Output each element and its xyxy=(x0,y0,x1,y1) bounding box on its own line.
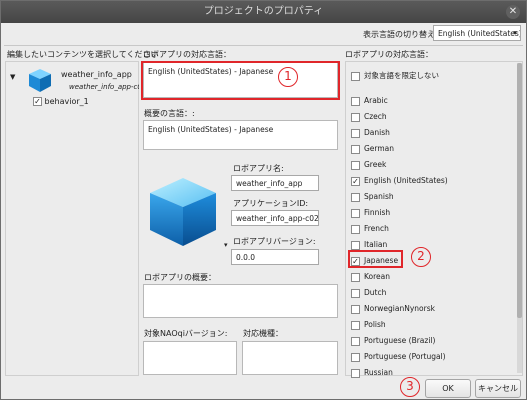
no-restrict-checkbox[interactable] xyxy=(351,71,360,81)
behavior-checkbox[interactable]: ✓ xyxy=(33,97,42,106)
annotation-2: 2 xyxy=(411,247,431,267)
language-checkbox[interactable] xyxy=(351,336,360,346)
language-item[interactable]: Arabic xyxy=(351,96,388,110)
scrollbar[interactable] xyxy=(517,63,522,373)
chevron-down-icon: ▾ xyxy=(513,28,517,37)
right-panel-header: ロボアプリの対応言語： xyxy=(345,50,433,59)
project-name[interactable]: weather_info_app xyxy=(61,70,132,79)
language-label: NorwegianNynorsk xyxy=(364,304,435,313)
language-item[interactable]: French xyxy=(351,224,389,238)
language-label: Spanish xyxy=(364,192,394,201)
language-checkbox[interactable] xyxy=(351,208,360,218)
language-label: Polish xyxy=(364,320,386,329)
language-item[interactable]: Russian xyxy=(351,368,393,382)
naoqi-version-label: 対象NAOqiバージョン: xyxy=(144,329,228,338)
language-label: English (UnitedStates) xyxy=(364,176,448,185)
summary-lang-box[interactable]: English (UnitedStates) - Japanese xyxy=(143,120,338,150)
language-checkbox[interactable] xyxy=(351,352,360,362)
highlight-box-1 xyxy=(141,61,340,100)
expand-icon[interactable]: ▼ xyxy=(10,73,15,81)
language-checkbox[interactable] xyxy=(351,320,360,330)
version-input[interactable]: 0.0.0 xyxy=(231,249,319,265)
annotation-1: 1 xyxy=(278,67,298,87)
language-item[interactable]: Polish xyxy=(351,320,386,334)
language-item[interactable]: Danish xyxy=(351,128,390,142)
language-item[interactable]: Finnish xyxy=(351,208,390,222)
app-id-input[interactable]: weather_info_app-c02fdd xyxy=(231,210,319,226)
cancel-button[interactable]: キャンセル xyxy=(475,379,521,398)
project-properties-dialog: プロジェクトのプロパティ ✕ 表示言語の切り替え English (United… xyxy=(0,0,527,400)
language-label: Portuguese (Brazil) xyxy=(364,336,436,345)
ok-button[interactable]: OK xyxy=(425,379,471,398)
language-label: Italian xyxy=(364,240,388,249)
content-tree: ▼ weather_info_app weather_info_app-c02f… xyxy=(5,61,139,376)
no-restrict-row[interactable]: 対象言語を限定しない xyxy=(351,70,439,84)
language-label: Russian xyxy=(364,368,393,377)
language-checkbox[interactable] xyxy=(351,96,360,106)
language-item[interactable]: NorwegianNynorsk xyxy=(351,304,435,318)
supported-lang-label: ロボアプリの対応言語： xyxy=(143,50,231,59)
language-item[interactable]: Portuguese (Brazil) xyxy=(351,336,435,350)
version-label: ロボアプリバージョン: xyxy=(233,237,316,246)
language-label: Portuguese (Portugal) xyxy=(364,352,446,361)
tree-item-behavior[interactable]: ✓ behavior_1 xyxy=(33,97,89,106)
behavior-label: behavior_1 xyxy=(44,97,89,106)
device-box[interactable] xyxy=(242,341,338,375)
lang-switch-value: English (UnitedStates) xyxy=(438,29,521,38)
language-checkbox[interactable] xyxy=(351,240,360,250)
app-summary-label: ロボアプリの概要： xyxy=(144,273,216,282)
language-label: French xyxy=(364,224,389,233)
language-checkbox[interactable] xyxy=(351,128,360,138)
language-label: Finnish xyxy=(364,208,391,217)
language-checkbox[interactable] xyxy=(351,192,360,202)
language-item[interactable]: Dutch xyxy=(351,288,386,302)
summary-lang-value: English (UnitedStates) - Japanese xyxy=(148,125,274,134)
language-checkbox[interactable] xyxy=(351,288,360,298)
app-summary-textarea[interactable] xyxy=(143,284,338,318)
language-checkbox[interactable] xyxy=(351,272,360,282)
language-item[interactable]: Spanish xyxy=(351,192,394,206)
annotation-3: 3 xyxy=(400,377,420,397)
language-label: Czech xyxy=(364,112,387,121)
language-item[interactable]: Greek xyxy=(351,160,386,174)
no-restrict-label: 対象言語を限定しない xyxy=(364,71,439,80)
language-item[interactable]: German xyxy=(351,144,394,158)
scrollbar-thumb[interactable] xyxy=(517,63,522,318)
language-checkbox[interactable] xyxy=(351,112,360,122)
language-label: Greek xyxy=(364,160,387,169)
language-label: Arabic xyxy=(364,96,388,105)
icon-menu-arrow[interactable]: ▾ xyxy=(224,241,228,249)
lang-switch-select[interactable]: English (UnitedStates) ▾ xyxy=(433,25,521,41)
language-item[interactable]: Czech xyxy=(351,112,387,126)
naoqi-version-box[interactable] xyxy=(143,341,237,375)
project-cube-icon xyxy=(27,67,53,93)
device-label: 対応機種： xyxy=(243,329,283,338)
language-checkbox[interactable] xyxy=(351,368,360,378)
language-item[interactable]: Portuguese (Portugal) xyxy=(351,352,446,366)
app-icon[interactable] xyxy=(146,174,221,249)
close-icon[interactable]: ✕ xyxy=(506,5,520,19)
language-item[interactable]: Korean xyxy=(351,272,390,286)
left-panel-header: 編集したいコンテンツを選択してください xyxy=(7,50,159,59)
lang-switch-label: 表示言語の切り替え xyxy=(363,30,435,39)
language-checkbox[interactable] xyxy=(351,304,360,314)
language-checkbox[interactable] xyxy=(351,160,360,170)
app-name-label: ロボアプリ名: xyxy=(233,164,284,173)
language-label: Dutch xyxy=(364,288,387,297)
title-bar: プロジェクトのプロパティ ✕ xyxy=(1,1,526,23)
highlight-box-2 xyxy=(348,250,403,268)
language-item[interactable]: ✓ English (UnitedStates) xyxy=(351,176,448,190)
window-title: プロジェクトのプロパティ xyxy=(203,6,324,17)
language-checkbox[interactable] xyxy=(351,224,360,234)
app-name-input[interactable]: weather_info_app xyxy=(231,175,319,191)
language-checkbox[interactable] xyxy=(351,144,360,154)
app-id-label: アプリケーションID: xyxy=(233,199,309,208)
language-checkbox[interactable]: ✓ xyxy=(351,176,360,186)
language-label: Danish xyxy=(364,128,390,137)
divider xyxy=(4,45,523,46)
language-label: Korean xyxy=(364,272,391,281)
summary-lang-label: 概要の言語：: xyxy=(144,109,195,118)
project-id: weather_info_app-c02f xyxy=(69,83,139,91)
language-label: German xyxy=(364,144,395,153)
